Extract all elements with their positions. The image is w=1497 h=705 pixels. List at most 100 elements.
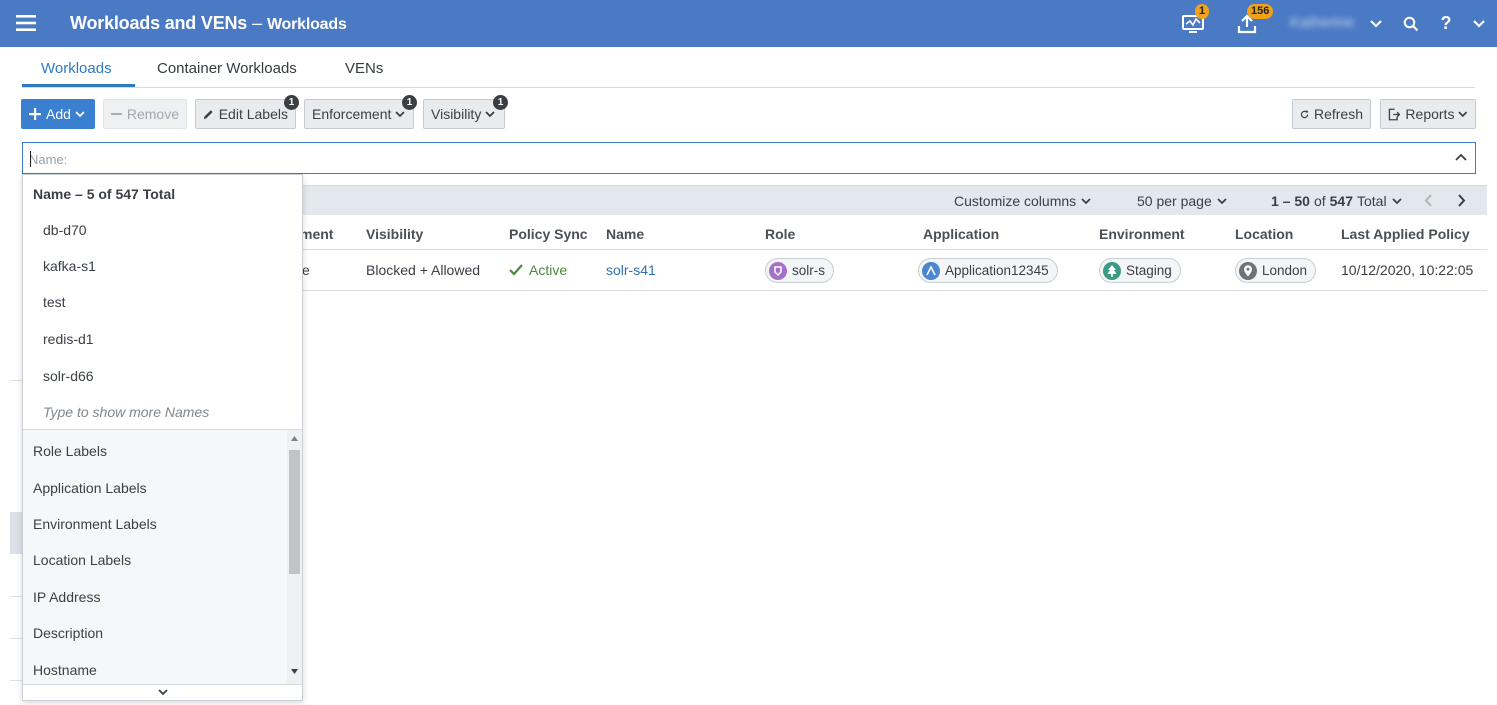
cell-name-link[interactable]: solr-s41 bbox=[606, 262, 656, 278]
application-label-text: Application12345 bbox=[945, 263, 1049, 278]
menu-icon[interactable] bbox=[16, 14, 36, 32]
chevron-down-icon bbox=[75, 110, 85, 117]
location-label-pill: London bbox=[1235, 258, 1317, 283]
dropdown-title: Name – 5 of 547 Total bbox=[33, 186, 176, 202]
chevron-up-icon[interactable] bbox=[1455, 153, 1467, 161]
chevron-down-icon bbox=[1458, 111, 1468, 117]
column-visibility[interactable]: Visibility bbox=[366, 226, 423, 242]
dropdown-hint: Type to show more Names bbox=[43, 404, 210, 420]
page-subtitle: Workloads bbox=[266, 16, 347, 33]
category-ip-address[interactable]: IP Address bbox=[33, 589, 100, 605]
category-description[interactable]: Description bbox=[33, 625, 103, 641]
add-button[interactable]: Add bbox=[21, 99, 95, 129]
reports-button[interactable]: Reports bbox=[1380, 99, 1476, 129]
list-item[interactable]: kafka-s1 bbox=[43, 258, 96, 274]
category-application-labels[interactable]: Application Labels bbox=[33, 480, 147, 496]
search-icon bbox=[1403, 16, 1419, 31]
dropdown-expand-footer[interactable] bbox=[23, 684, 302, 700]
customize-columns-button[interactable]: Customize columns bbox=[954, 193, 1091, 209]
help-button[interactable]: ? bbox=[1434, 0, 1458, 47]
role-label-pill: solr-s bbox=[765, 258, 834, 283]
column-environment[interactable]: Environment bbox=[1099, 226, 1185, 242]
chevron-down-icon bbox=[395, 110, 406, 117]
list-item[interactable]: solr-d66 bbox=[43, 368, 94, 384]
tab-vens[interactable]: VENs bbox=[345, 60, 383, 77]
list-item[interactable]: test bbox=[43, 294, 66, 310]
column-location[interactable]: Location bbox=[1235, 226, 1293, 242]
category-hostname[interactable]: Hostname bbox=[33, 662, 97, 678]
tree-icon bbox=[1103, 261, 1121, 280]
page-range: 1 – 50 bbox=[1271, 193, 1310, 209]
remove-button[interactable]: Remove bbox=[103, 99, 187, 129]
text-caret bbox=[30, 151, 31, 167]
more-menu-button[interactable] bbox=[1468, 0, 1490, 47]
tab-workloads[interactable]: Workloads bbox=[41, 60, 112, 77]
chevron-right-icon bbox=[1458, 194, 1466, 207]
next-page-button[interactable] bbox=[1457, 194, 1466, 207]
search-input[interactable] bbox=[29, 149, 1409, 169]
chevron-down-icon bbox=[485, 110, 495, 117]
refresh-label: Refresh bbox=[1313, 106, 1363, 122]
refresh-button[interactable]: Refresh bbox=[1292, 99, 1371, 129]
category-environment-labels[interactable]: Environment Labels bbox=[33, 516, 157, 532]
page-of-label: of bbox=[1313, 193, 1326, 209]
chevron-down-icon bbox=[158, 689, 168, 696]
filter-dropdown: Name – 5 of 547 Total db-d70 kafka-s1 te… bbox=[22, 174, 303, 701]
application-icon bbox=[922, 261, 940, 280]
environment-label-text: Staging bbox=[1126, 263, 1172, 278]
pencil-icon bbox=[203, 109, 213, 119]
scroll-down-arrow-icon[interactable] bbox=[291, 669, 298, 674]
page-title: Workloads and VENs – Workloads bbox=[70, 13, 347, 34]
scroll-up-arrow-icon[interactable] bbox=[291, 436, 298, 441]
customize-columns-label: Customize columns bbox=[954, 193, 1077, 209]
remove-button-label: Remove bbox=[126, 106, 179, 122]
enforcement-label: Enforcement bbox=[312, 106, 392, 122]
row-divider bbox=[10, 680, 22, 681]
list-item[interactable]: db-d70 bbox=[43, 222, 87, 238]
cell-last-applied-policy: 10/12/2020, 10:22:05 bbox=[1341, 262, 1474, 278]
list-item[interactable]: redis-d1 bbox=[43, 331, 94, 347]
per-page-select[interactable]: 50 per page bbox=[1137, 193, 1227, 209]
check-icon bbox=[509, 264, 523, 276]
column-enforcement[interactable]: ment bbox=[300, 226, 333, 242]
enforcement-button[interactable]: Enforcement bbox=[304, 99, 414, 129]
plus-icon bbox=[29, 108, 41, 120]
reports-label: Reports bbox=[1405, 106, 1455, 122]
role-label-text: solr-s bbox=[792, 263, 825, 278]
prev-page-button[interactable] bbox=[1424, 194, 1433, 207]
minus-icon bbox=[111, 113, 122, 115]
category-role-labels[interactable]: Role Labels bbox=[33, 443, 107, 459]
uploads-button[interactable]: 156 bbox=[1232, 0, 1274, 47]
search-button[interactable] bbox=[1398, 0, 1424, 47]
tab-container-workloads[interactable]: Container Workloads bbox=[157, 60, 297, 77]
role-icon bbox=[769, 261, 787, 280]
user-menu-chevron[interactable] bbox=[1366, 0, 1386, 47]
environment-label-pill: Staging bbox=[1099, 258, 1181, 283]
cell-policy-sync: Active bbox=[509, 262, 567, 278]
policy-sync-status: Active bbox=[529, 262, 568, 278]
page-title-main: Workloads and VENs bbox=[70, 13, 248, 33]
column-role[interactable]: Role bbox=[765, 226, 795, 242]
application-label-pill: Application12345 bbox=[918, 258, 1058, 283]
tab-bar: Workloads Container Workloads VENs bbox=[22, 47, 1475, 88]
column-policy-sync[interactable]: Policy Sync bbox=[509, 226, 588, 242]
add-button-label: Add bbox=[46, 106, 71, 122]
notifications-button[interactable]: 1 bbox=[1178, 0, 1210, 47]
edit-labels-button[interactable]: Edit Labels bbox=[195, 99, 296, 129]
column-name[interactable]: Name bbox=[606, 226, 644, 242]
visibility-label: Visibility bbox=[431, 106, 482, 122]
chevron-down-icon bbox=[1081, 197, 1091, 204]
scrollbar-thumb[interactable] bbox=[289, 450, 300, 574]
category-location-labels[interactable]: Location Labels bbox=[33, 552, 131, 568]
top-header: Workloads and VENs – Workloads 1 156 Kathe… bbox=[0, 0, 1497, 47]
column-application[interactable]: Application bbox=[923, 226, 999, 242]
chevron-down-icon bbox=[1370, 19, 1382, 28]
export-icon bbox=[1388, 108, 1401, 120]
scrollbar[interactable] bbox=[287, 430, 302, 685]
row-divider bbox=[10, 638, 22, 639]
column-last-applied-policy[interactable]: Last Applied Policy bbox=[1341, 226, 1470, 242]
location-label-text: London bbox=[1262, 263, 1308, 278]
visibility-badge: 1 bbox=[493, 95, 508, 110]
user-name[interactable]: Katherine bbox=[1290, 14, 1354, 31]
page-range-select[interactable]: 1 – 50 of 547 Total bbox=[1271, 193, 1402, 209]
